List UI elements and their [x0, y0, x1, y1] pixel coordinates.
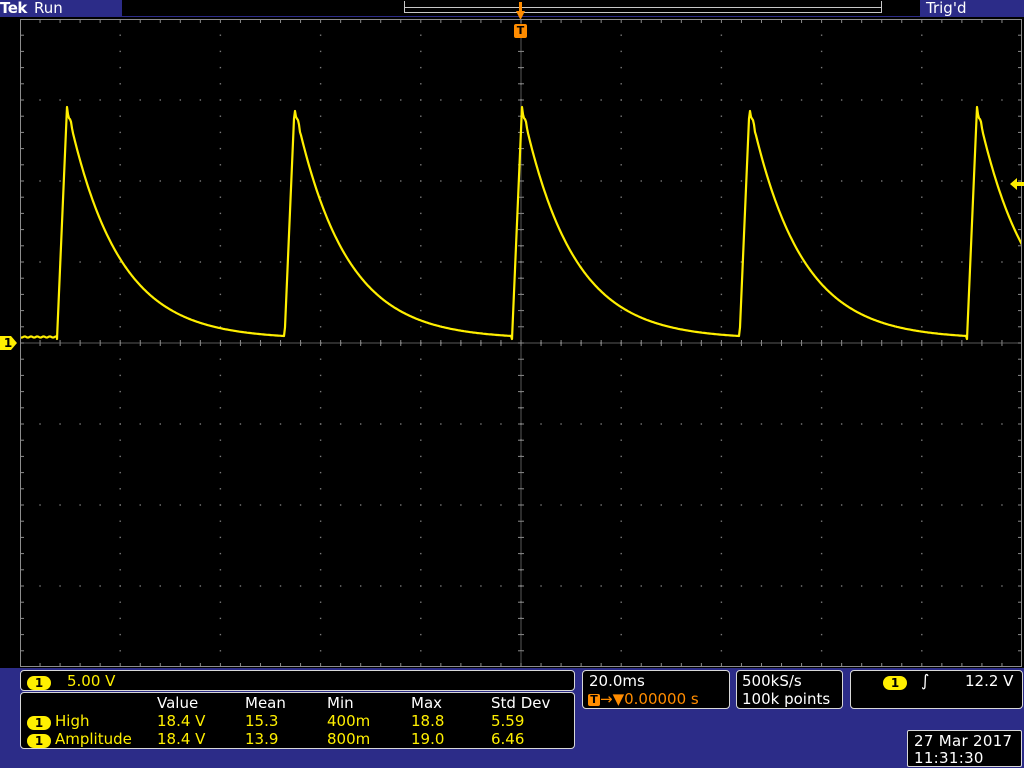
- trigger-source-badge: 1: [883, 675, 907, 690]
- trigger-point-marker[interactable]: T: [514, 24, 527, 38]
- run-state: Run: [34, 0, 63, 17]
- graticule-frame: [20, 19, 1022, 667]
- record-window[interactable]: [404, 1, 882, 13]
- trigger-state: Trig'd: [926, 0, 967, 17]
- measure-min: 400m: [327, 712, 371, 730]
- col-header-min: Min: [327, 694, 354, 712]
- vertical-scale: 5.00 V: [67, 672, 116, 690]
- measure-stddev: 6.46: [491, 730, 525, 748]
- measure-min: 800m: [327, 730, 371, 748]
- time-per-div: 20.0ms: [589, 672, 645, 690]
- trigger-level-arrow-icon[interactable]: [1010, 178, 1024, 190]
- col-header-mean: Mean: [245, 694, 286, 712]
- clock-box: 27 Mar 2017 11:31:30: [907, 730, 1022, 767]
- record-length: 100k points: [742, 690, 831, 708]
- channel-1-badge: 1: [27, 675, 51, 690]
- channel-1-scale-box[interactable]: 1 5.00 V: [20, 670, 575, 691]
- measurements-table[interactable]: Value Mean Min Max Std Dev 1 High 18.4 V…: [20, 692, 575, 749]
- trigger-box[interactable]: 1 ∫ 12.2 V: [850, 670, 1023, 709]
- sample-rate: 500kS/s: [742, 672, 802, 690]
- measure-mean: 13.9: [245, 730, 279, 748]
- measure-mean: 15.3: [245, 712, 279, 730]
- graticule[interactable]: [20, 19, 1022, 667]
- date: 27 Mar 2017: [914, 732, 1013, 750]
- rising-edge-icon: ∫: [921, 671, 930, 690]
- acquisition-box[interactable]: 500kS/s 100k points: [736, 670, 843, 709]
- row-channel-badge: 1: [27, 715, 51, 730]
- trigger-delay-icon: T: [588, 693, 600, 706]
- timebase-box[interactable]: 20.0ms T →▼0.00000 s: [582, 670, 730, 709]
- measure-value: 18.4 V: [157, 730, 206, 748]
- trigger-delay: →▼0.00000 s: [600, 690, 699, 708]
- ground-marker-label: 1: [3, 336, 13, 350]
- col-header-value: Value: [157, 694, 199, 712]
- status-bar: Tek Run Trig'd: [0, 0, 1024, 17]
- col-header-max: Max: [411, 694, 443, 712]
- measure-value: 18.4 V: [157, 712, 206, 730]
- trigger-level: 12.2 V: [965, 672, 1014, 690]
- measure-stddev: 5.59: [491, 712, 525, 730]
- measure-max: 18.8: [411, 712, 445, 730]
- brand-logo: Tek: [0, 0, 27, 17]
- measure-name: High: [55, 712, 90, 730]
- col-header-stddev: Std Dev: [491, 694, 551, 712]
- time: 11:31:30: [914, 749, 984, 767]
- row-channel-badge: 1: [27, 733, 51, 748]
- measure-name: Amplitude: [55, 730, 132, 748]
- trigger-position-arrow-icon: [516, 2, 525, 20]
- measure-max: 19.0: [411, 730, 445, 748]
